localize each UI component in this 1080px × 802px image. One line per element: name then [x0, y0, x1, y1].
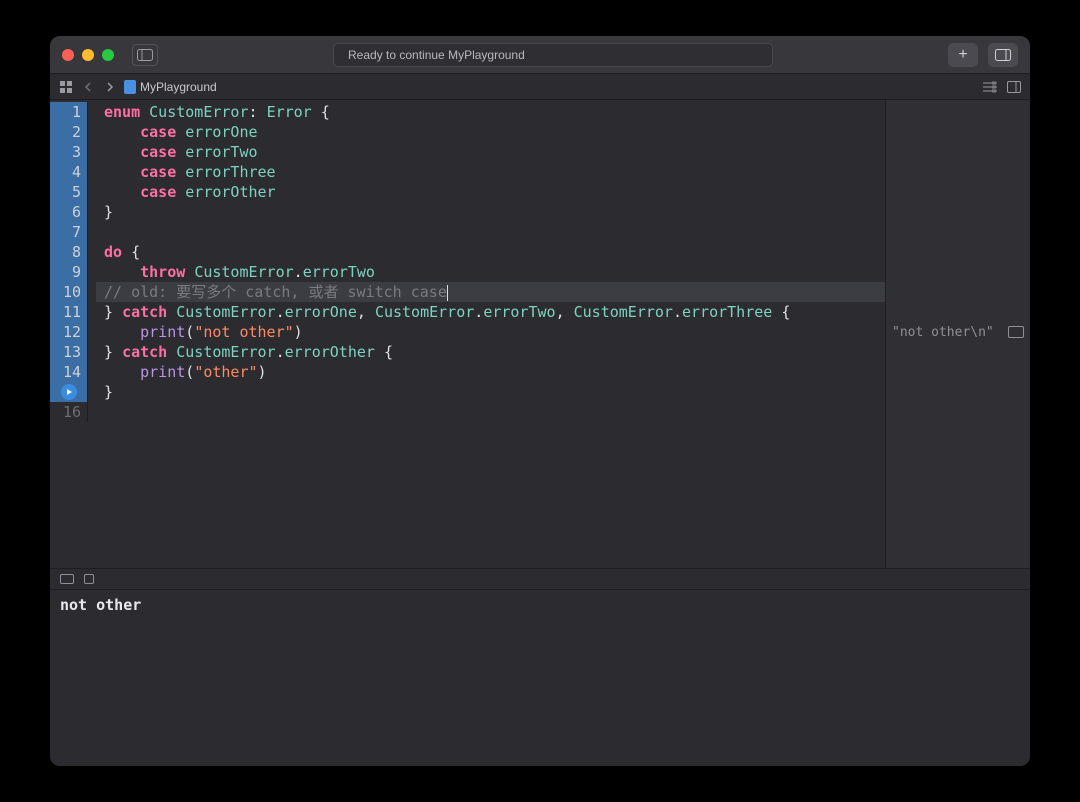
adjust-editor-icon[interactable] [1006, 79, 1022, 95]
code-line[interactable]: case errorOther [96, 182, 885, 202]
result-row [892, 362, 1024, 382]
line-number-gutter: 123456789101112131416 [50, 100, 96, 568]
xcode-window: Ready to continue MyPlayground + MyPlayg… [50, 36, 1030, 766]
navbar-right-icons [982, 79, 1022, 95]
nav-back-button[interactable] [80, 79, 96, 95]
add-button[interactable]: + [948, 43, 978, 67]
line-number: 5 [50, 182, 88, 202]
breadcrumb-filename: MyPlayground [140, 80, 217, 94]
results-sidebar: "not other\n" [885, 100, 1030, 568]
code-line[interactable]: print("other") [96, 362, 885, 382]
code-line[interactable]: throw CustomError.errorTwo [96, 262, 885, 282]
zoom-window-button[interactable] [102, 49, 114, 61]
nav-forward-button[interactable] [102, 79, 118, 95]
result-row [892, 202, 1024, 222]
result-row [892, 102, 1024, 122]
code-line[interactable]: print("not other") [96, 322, 885, 342]
code-line[interactable]: } catch CustomError.errorOne, CustomErro… [96, 302, 885, 322]
console-view-toggle-2[interactable] [84, 574, 94, 584]
line-number: 6 [50, 202, 88, 222]
line-number: 1 [50, 102, 88, 122]
related-items-icon[interactable] [58, 79, 74, 95]
console-text: not other [60, 596, 141, 614]
result-row [892, 122, 1024, 142]
close-window-button[interactable] [62, 49, 74, 61]
code-line[interactable]: // old: 要写多个 catch, 或者 switch case [96, 282, 885, 302]
line-number: 11 [50, 302, 88, 322]
code-line[interactable]: } [96, 382, 885, 402]
breadcrumb[interactable]: MyPlayground [124, 80, 217, 94]
sidebar-left-toggle-button[interactable] [132, 44, 158, 66]
quicklook-icon[interactable] [1008, 326, 1024, 338]
result-row [892, 302, 1024, 322]
titlebar-left-icons [132, 44, 158, 66]
console-toolbar [50, 568, 1030, 590]
navbar-left-icons [58, 79, 118, 95]
play-icon[interactable] [61, 384, 77, 400]
line-number: 14 [50, 362, 88, 382]
line-number: 4 [50, 162, 88, 182]
result-row [892, 162, 1024, 182]
line-number: 8 [50, 242, 88, 262]
code-line[interactable]: } [96, 202, 885, 222]
code-line[interactable]: enum CustomError: Error { [96, 102, 885, 122]
line-number: 3 [50, 142, 88, 162]
result-row [892, 142, 1024, 162]
line-number: 10 [50, 282, 88, 302]
result-row [892, 382, 1024, 402]
line-number: 13 [50, 342, 88, 362]
line-number: 2 [50, 122, 88, 142]
navbar: MyPlayground [50, 74, 1030, 100]
result-row [892, 222, 1024, 242]
swift-file-icon [124, 80, 136, 94]
code-line[interactable]: case errorTwo [96, 142, 885, 162]
result-row: "not other\n" [892, 322, 1024, 342]
console-view-toggle-1[interactable] [60, 574, 74, 584]
code-lines[interactable]: enum CustomError: Error { case errorOne … [96, 100, 885, 568]
console-output[interactable]: not other [50, 590, 1030, 766]
traffic-lights [62, 49, 114, 61]
code-line[interactable]: case errorOne [96, 122, 885, 142]
code-line[interactable]: } catch CustomError.errorOther { [96, 342, 885, 362]
result-text: "not other\n" [892, 325, 994, 340]
line-number: 12 [50, 322, 88, 342]
sidebar-right-toggle-button[interactable] [988, 43, 1018, 67]
result-row [892, 282, 1024, 302]
editor-area: 123456789101112131416 enum CustomError: … [50, 100, 1030, 568]
result-row [892, 342, 1024, 362]
line-number: 9 [50, 262, 88, 282]
line-number: 7 [50, 222, 88, 242]
titlebar-right-icons: + [948, 43, 1018, 67]
result-row [892, 262, 1024, 282]
run-line-button[interactable] [50, 382, 88, 402]
code-line[interactable] [96, 222, 885, 242]
status-pill: Ready to continue MyPlayground [333, 43, 773, 67]
code-line[interactable]: do { [96, 242, 885, 262]
line-number: 16 [50, 402, 88, 422]
code-editor[interactable]: 123456789101112131416 enum CustomError: … [50, 100, 885, 568]
code-line[interactable]: case errorThree [96, 162, 885, 182]
minimize-window-button[interactable] [82, 49, 94, 61]
result-row [892, 402, 1024, 422]
main-area: 123456789101112131416 enum CustomError: … [50, 100, 1030, 766]
titlebar: Ready to continue MyPlayground + [50, 36, 1030, 74]
result-row [892, 182, 1024, 202]
text-cursor [447, 285, 448, 301]
result-row [892, 242, 1024, 262]
editor-options-icon[interactable] [982, 79, 998, 95]
code-line[interactable] [96, 402, 885, 422]
